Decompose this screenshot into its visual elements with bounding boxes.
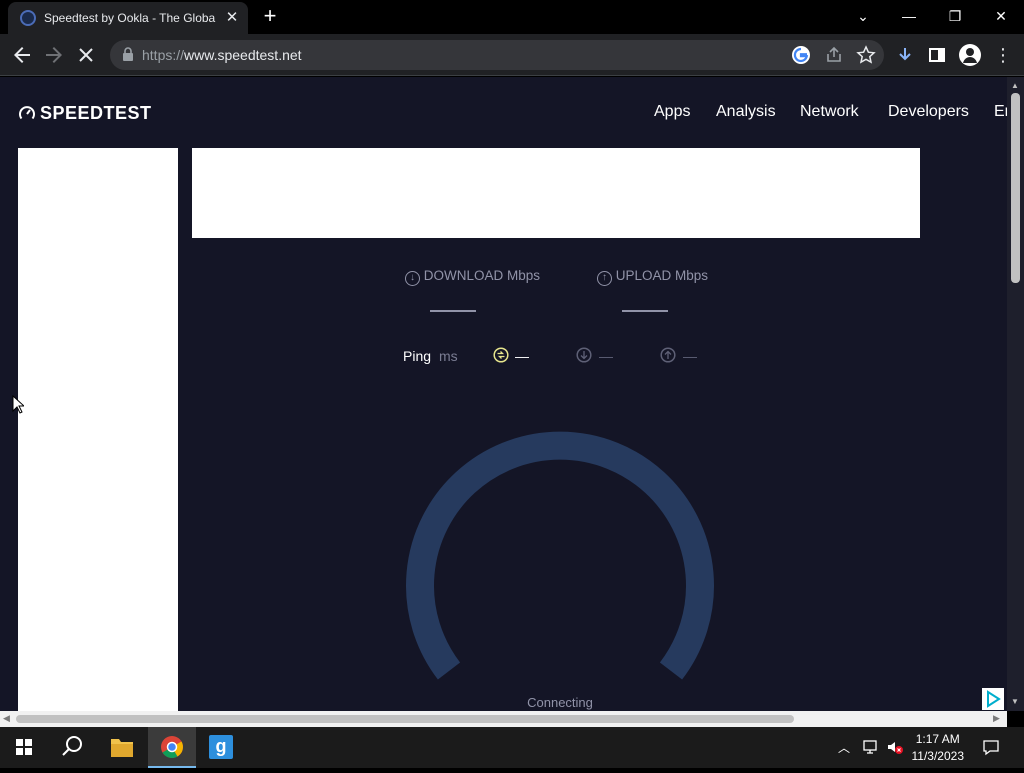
- vertical-scroll-thumb[interactable]: [1011, 93, 1020, 283]
- tab-close-icon[interactable]: ✕: [224, 8, 240, 28]
- horizontal-scrollbar[interactable]: ◀ ▶: [0, 711, 1007, 727]
- download-icon[interactable]: [896, 46, 914, 69]
- back-arrow-icon[interactable]: [10, 43, 34, 67]
- start-button[interactable]: [0, 727, 48, 768]
- adchoices-icon[interactable]: [982, 688, 1004, 710]
- share-icon[interactable]: [824, 45, 844, 70]
- ping-label: Ping: [403, 348, 432, 364]
- tray-overflow-icon[interactable]: ︿: [838, 739, 850, 756]
- connecting-status: Connecting: [527, 695, 593, 710]
- scroll-right-arrow-icon[interactable]: ▶: [993, 713, 1000, 724]
- upload-ping-icon: [660, 347, 676, 368]
- search-icon[interactable]: [48, 727, 96, 768]
- speedtest-logo[interactable]: SPEEDTEST: [18, 103, 152, 123]
- chrome-taskbar-icon[interactable]: [148, 727, 196, 768]
- horizontal-scroll-thumb[interactable]: [16, 715, 794, 723]
- upload-ping-value: —: [683, 348, 697, 364]
- download-label: DOWNLOAD Mbps: [423, 268, 541, 283]
- close-window-button[interactable]: ✕: [978, 0, 1024, 32]
- url-protocol: https://: [142, 47, 185, 63]
- download-ping-icon: [576, 347, 592, 368]
- scroll-up-arrow-icon[interactable]: ▲: [1011, 81, 1019, 90]
- minimize-button[interactable]: —: [886, 0, 932, 32]
- notification-center-icon[interactable]: [982, 739, 1000, 761]
- upload-metric: ↑ UPLOAD Mbps: [597, 268, 708, 286]
- restore-button[interactable]: ❐: [932, 0, 978, 32]
- scroll-left-arrow-icon[interactable]: ◀: [3, 713, 10, 724]
- profile-avatar-icon[interactable]: [959, 44, 981, 66]
- logo-text: SPEEDTEST: [40, 103, 152, 123]
- new-tab-button[interactable]: +: [258, 4, 282, 28]
- speedtest-favicon-icon: [20, 10, 36, 26]
- jitter-value: —: [515, 348, 529, 364]
- nav-developers[interactable]: Developers: [888, 103, 969, 121]
- download-value-placeholder: [430, 310, 476, 312]
- scroll-down-arrow-icon[interactable]: ▼: [1011, 697, 1019, 706]
- ping-unit: ms: [439, 348, 458, 364]
- tab-search-icon[interactable]: ⌄: [840, 0, 886, 32]
- jitter-icon: [493, 347, 509, 368]
- system-clock[interactable]: 1:17 AM 11/3/2023: [912, 731, 965, 765]
- nav-enterprise[interactable]: En: [994, 103, 1007, 121]
- speedometer-icon: [19, 106, 35, 120]
- upload-value-placeholder: [622, 310, 668, 312]
- url-host: www.speedtest.net: [184, 47, 302, 63]
- browser-toolbar: https://www.speedtest.net ⋮: [0, 34, 1024, 76]
- top-ad-banner[interactable]: [192, 148, 920, 238]
- clock-time: 1:17 AM: [915, 732, 960, 746]
- browser-tab[interactable]: Speedtest by Ookla - The Global ✕: [8, 2, 248, 34]
- download-metric: ↓ DOWNLOAD Mbps: [405, 268, 540, 286]
- speedtest-page: SPEEDTEST Apps Analysis Network Develope…: [0, 77, 1007, 711]
- browser-menu-icon[interactable]: ⋮: [994, 44, 1012, 66]
- upload-arrow-icon: ↑: [597, 271, 612, 286]
- google-lens-icon[interactable]: [792, 46, 810, 64]
- lock-icon[interactable]: [122, 46, 134, 62]
- upload-label: UPLOAD Mbps: [615, 268, 709, 283]
- file-explorer-icon[interactable]: [98, 727, 146, 768]
- nav-analysis[interactable]: Analysis: [716, 103, 776, 121]
- volume-muted-icon[interactable]: [886, 739, 904, 760]
- download-ping-value: —: [599, 348, 613, 364]
- tab-title: Speedtest by Ookla - The Global: [44, 11, 216, 25]
- left-ad-banner[interactable]: [18, 148, 178, 711]
- tab-strip: Speedtest by Ookla - The Global ✕ + ⌄ — …: [0, 0, 1024, 34]
- gcompris-taskbar-icon[interactable]: g: [198, 727, 246, 768]
- network-icon[interactable]: [862, 739, 880, 760]
- address-bar[interactable]: https://www.speedtest.net: [110, 40, 884, 70]
- bookmark-star-icon[interactable]: [856, 45, 876, 70]
- side-panel-icon[interactable]: [928, 46, 946, 69]
- nav-apps[interactable]: Apps: [654, 103, 690, 121]
- stop-loading-icon[interactable]: [74, 43, 98, 67]
- windows-taskbar: g ︿ 1:17 AM 11/3/2023: [0, 727, 1024, 768]
- download-arrow-icon: ↓: [405, 271, 420, 286]
- svg-text:g: g: [216, 736, 227, 756]
- vertical-scrollbar[interactable]: ▲ ▼: [1007, 77, 1024, 711]
- url-text[interactable]: https://www.speedtest.net: [142, 47, 302, 63]
- forward-arrow-icon[interactable]: [42, 43, 66, 67]
- nav-network[interactable]: Network: [800, 103, 859, 121]
- speed-gauge: [406, 431, 714, 680]
- mouse-cursor-icon: [12, 395, 24, 414]
- clock-date: 11/3/2023: [911, 749, 965, 763]
